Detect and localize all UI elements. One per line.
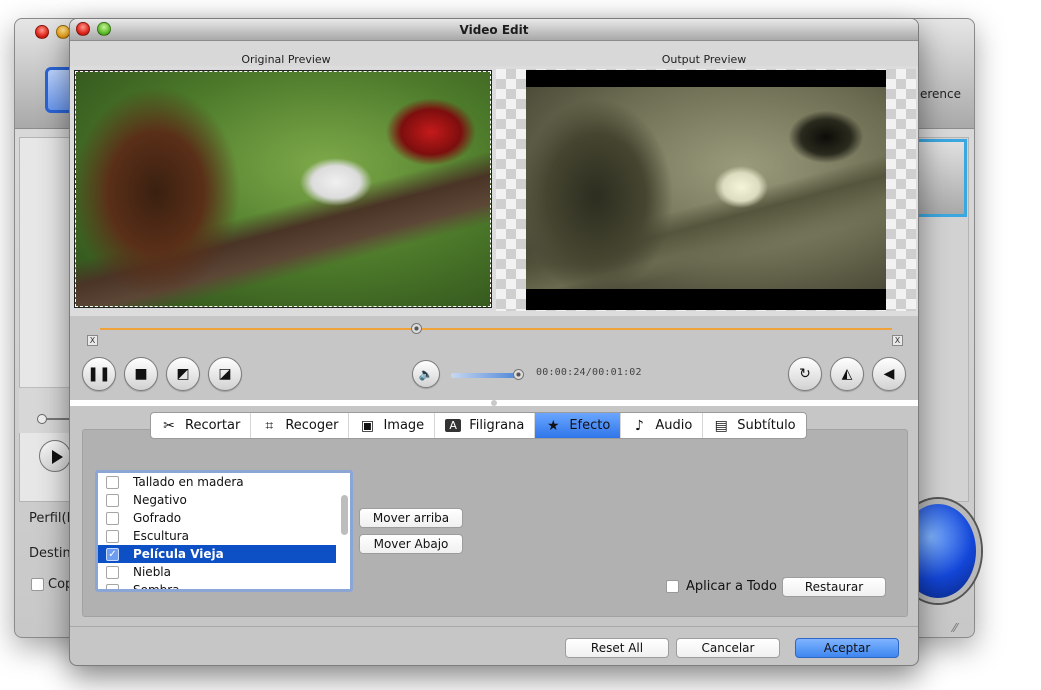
copy-checkbox[interactable] xyxy=(31,578,44,591)
accept-button[interactable]: Aceptar xyxy=(795,638,899,658)
volume-slider-knob[interactable] xyxy=(513,369,524,380)
scissors-icon: ✂ xyxy=(163,417,175,434)
tab-label: Recortar xyxy=(185,418,241,433)
speaker-icon: 🔈 xyxy=(418,367,434,381)
output-video-frame xyxy=(526,70,886,310)
tab-subtitulo[interactable]: ▤ Subtítulo xyxy=(703,413,805,438)
image-icon: ▣ xyxy=(360,417,375,434)
list-item-selected[interactable]: ✓ Película Vieja xyxy=(98,545,336,563)
close-button[interactable] xyxy=(35,25,49,39)
effect-checkbox[interactable] xyxy=(106,529,119,543)
tab-label: Image xyxy=(383,418,425,433)
video-edit-dialog: Video Edit Original Preview Output Previ… xyxy=(69,18,919,666)
effect-checkbox[interactable] xyxy=(106,493,119,507)
trim-end-marker[interactable]: X xyxy=(892,335,903,346)
effect-checkbox[interactable] xyxy=(106,475,119,489)
mark-out-icon: ◪ xyxy=(218,366,232,382)
move-down-button[interactable]: Mover Abajo xyxy=(359,534,463,554)
tab-recoger[interactable]: ⌗ Recoger xyxy=(251,413,350,438)
rotate-button[interactable]: ↻ xyxy=(788,357,822,391)
apply-all-label: Aplicar a Todo xyxy=(686,579,777,594)
crop-icon: ⌗ xyxy=(265,417,274,434)
dialog-titlebar: Video Edit xyxy=(70,19,918,41)
effect-label: Tallado en madera xyxy=(133,475,244,489)
play-button[interactable] xyxy=(39,440,71,472)
effect-checkbox[interactable] xyxy=(106,565,119,579)
split-handle-icon[interactable] xyxy=(491,400,497,406)
subtitle-icon: ▤ xyxy=(714,417,728,434)
effect-label: Gofrado xyxy=(133,511,182,525)
apply-all-checkbox[interactable] xyxy=(666,580,679,593)
restore-button[interactable]: Restaurar xyxy=(782,577,886,597)
effect-checkbox[interactable] xyxy=(106,511,119,525)
watermark-icon: A xyxy=(445,419,462,432)
preview-slider-knob[interactable] xyxy=(37,414,47,424)
list-item[interactable]: Sombra xyxy=(98,581,350,592)
pause-button[interactable]: ❚❚ xyxy=(82,357,116,391)
rotate-icon: ↻ xyxy=(799,366,811,382)
pause-icon: ❚❚ xyxy=(87,366,111,382)
footer-divider xyxy=(70,626,918,627)
volume-button[interactable]: 🔈 xyxy=(412,360,440,388)
reset-all-button[interactable]: Reset All xyxy=(565,638,669,658)
dialog-title: Video Edit xyxy=(459,23,529,37)
original-preview-label: Original Preview xyxy=(241,53,331,66)
tab-audio[interactable]: ♪ Audio xyxy=(621,413,704,438)
effect-label: Negativo xyxy=(133,493,187,507)
effect-checkbox[interactable] xyxy=(106,583,119,589)
tab-label: Efecto xyxy=(569,418,611,433)
preference-button-label[interactable]: erence xyxy=(920,87,961,101)
effect-list[interactable]: Tallado en madera Negativo Gofrado Escul… xyxy=(95,470,353,592)
timeline-playhead[interactable] xyxy=(410,323,422,334)
tab-filigrana[interactable]: A Filigrana xyxy=(435,413,536,438)
tab-recortar[interactable]: ✂ Recortar xyxy=(151,413,252,438)
effect-list-scrollbar[interactable] xyxy=(341,495,348,535)
tab-label: Recoger xyxy=(285,418,339,433)
effect-checkbox-checked[interactable]: ✓ xyxy=(106,547,119,561)
tab-label: Filigrana xyxy=(469,418,525,433)
effect-label: Sombra xyxy=(133,583,180,592)
set-start-button[interactable]: ◩ xyxy=(166,357,200,391)
tab-efecto[interactable]: ★ Efecto xyxy=(535,413,622,438)
tab-image[interactable]: ▣ Image xyxy=(349,413,436,438)
apply-all-control[interactable]: Aplicar a Todo xyxy=(666,579,777,594)
music-note-icon: ♪ xyxy=(634,417,644,434)
star-icon: ★ xyxy=(547,417,560,434)
volume-slider-track[interactable] xyxy=(451,373,519,378)
effect-label: Escultura xyxy=(133,529,189,543)
resize-grip-icon[interactable]: ⁄⁄ xyxy=(953,621,967,635)
stop-button[interactable]: ■ xyxy=(124,357,158,391)
mark-in-icon: ◩ xyxy=(176,366,190,382)
destination-label: Destin xyxy=(29,546,71,561)
edit-tabs: ✂ Recortar ⌗ Recoger ▣ Image A Filigrana ★ Ef… xyxy=(150,412,807,439)
trim-start-marker[interactable]: X xyxy=(87,335,98,346)
effect-label: Película Vieja xyxy=(133,547,224,561)
flip-vertical-button[interactable]: ◀ xyxy=(872,357,906,391)
video-thumbnail[interactable] xyxy=(913,139,967,217)
list-item[interactable]: Niebla xyxy=(98,563,350,581)
output-video-image xyxy=(526,87,886,289)
tab-label: Audio xyxy=(655,418,693,433)
flip-horizontal-icon: ◭ xyxy=(841,366,853,382)
original-video-frame[interactable] xyxy=(74,70,492,308)
output-preview-label: Output Preview xyxy=(661,53,747,66)
time-readout: 00:00:24/00:01:02 xyxy=(536,367,642,378)
minimize-button[interactable] xyxy=(56,25,70,39)
tab-label: Subtítulo xyxy=(737,418,796,433)
list-item[interactable]: Escultura xyxy=(98,527,350,545)
list-item[interactable]: Tallado en madera xyxy=(98,473,350,491)
list-item[interactable]: Gofrado xyxy=(98,509,350,527)
cancel-button[interactable]: Cancelar xyxy=(676,638,780,658)
list-item[interactable]: Negativo xyxy=(98,491,350,509)
set-end-button[interactable]: ◪ xyxy=(208,357,242,391)
flip-horizontal-button[interactable]: ◭ xyxy=(830,357,864,391)
stop-icon: ■ xyxy=(134,366,148,382)
timeline-track[interactable] xyxy=(100,328,892,330)
profile-label: Perfil(F xyxy=(29,511,75,526)
effect-label: Niebla xyxy=(133,565,171,579)
flip-vertical-icon: ◀ xyxy=(883,366,895,382)
move-up-button[interactable]: Mover arriba xyxy=(359,508,463,528)
